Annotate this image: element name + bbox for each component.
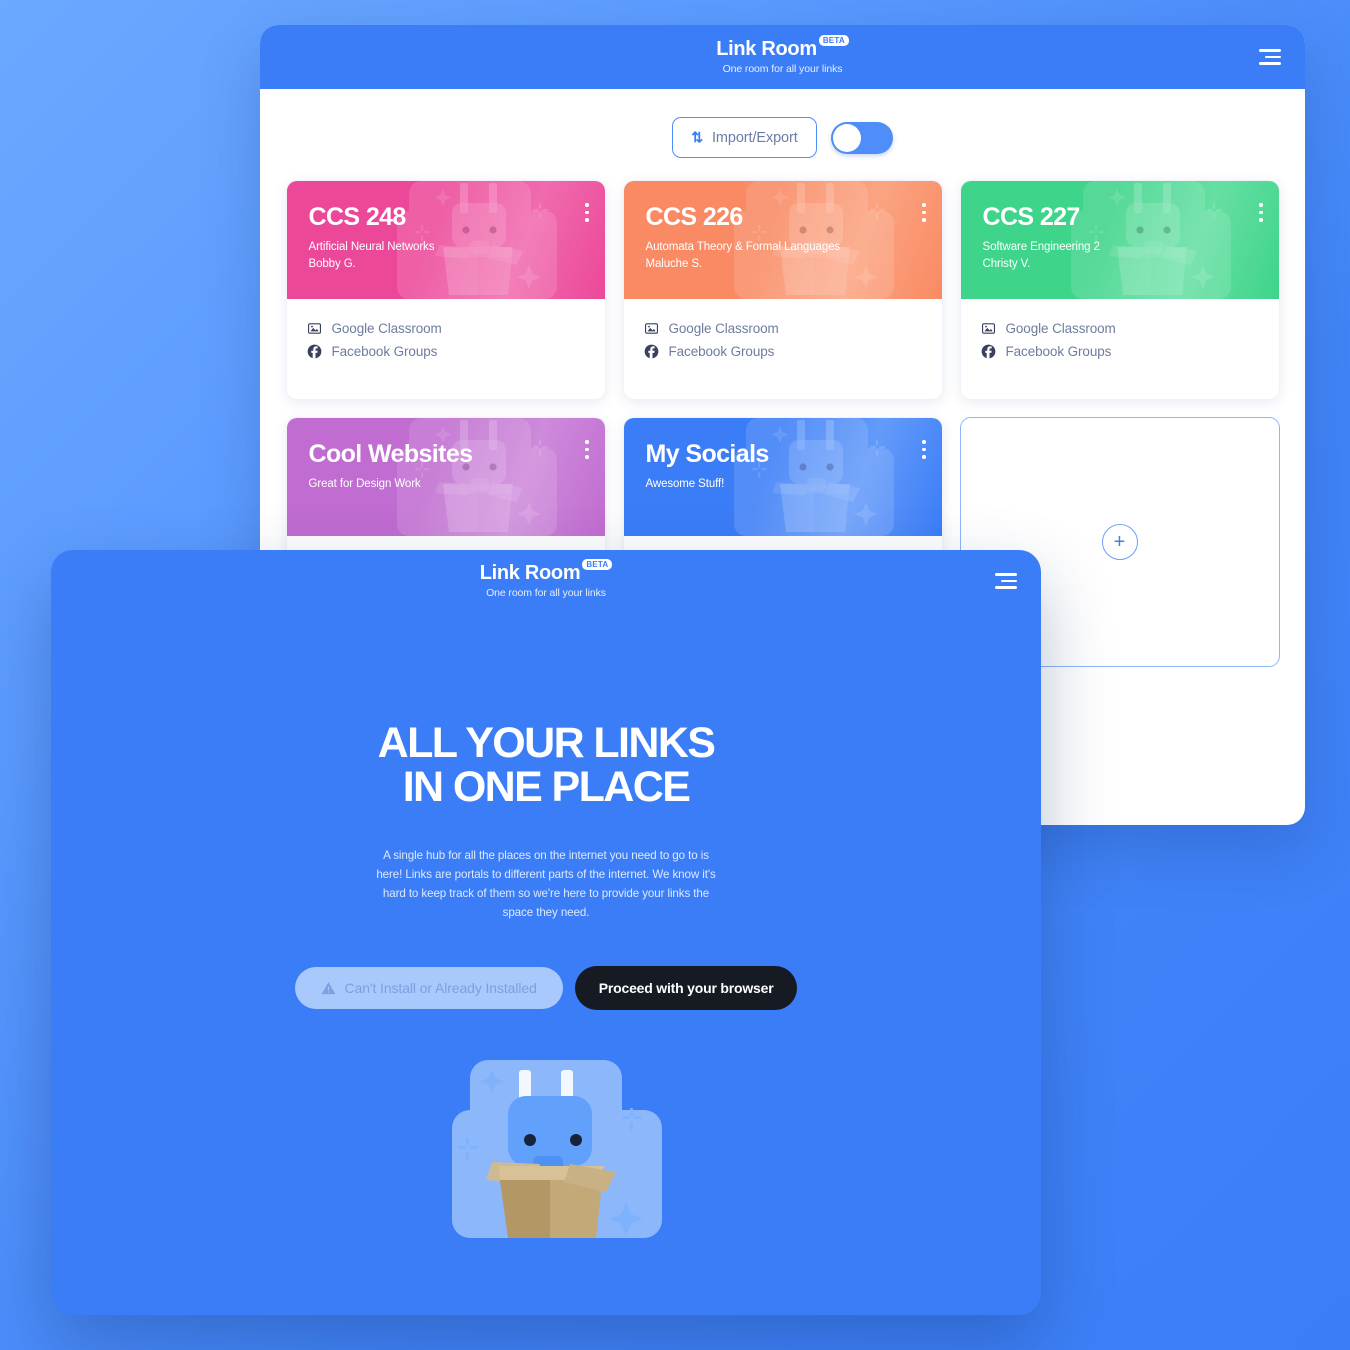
app-header: Link Room BETA One room for all your lin… [260, 25, 1305, 89]
install-splash-modal: Link Room BETA One room for all your lin… [51, 550, 1041, 1315]
link-card[interactable]: CCS 248 Artificial Neural Networks Bobby G… [285, 180, 606, 400]
classroom-icon [981, 323, 995, 334]
card-header: CCS 227 Software Engineering 2 Christy V. [960, 181, 1279, 299]
hamburger-line [1259, 62, 1281, 65]
card-links: Google Classroom Facebook Groups [287, 299, 605, 399]
card-link-label: Google Classroom [1005, 321, 1116, 336]
card-subtitle: Artificial Neural Networks Bobby G. [309, 239, 583, 272]
card-subtitle-line: Software Engineering 2 [982, 241, 1100, 253]
card-link-row[interactable]: Google Classroom [644, 317, 922, 340]
sort-arrows-icon: ⇅ [691, 129, 703, 145]
toolbar: ⇅ Import/Export [260, 89, 1305, 180]
hamburger-line [1001, 579, 1017, 583]
splash-hamburger-icon[interactable] [995, 573, 1017, 589]
card-title: CCS 227 [982, 203, 1081, 231]
splash-hero: ALL YOUR LINKS IN ONE PLACE A single hub… [51, 612, 1041, 1257]
hero-heading-line-2: IN ONE PLACE [402, 762, 691, 811]
hero-heading: ALL YOUR LINKS IN ONE PLACE [51, 719, 1041, 811]
splash-header: Link Room BETA One room for all your lin… [51, 550, 1041, 612]
card-subtitle: Awesome Stuff! [646, 476, 920, 493]
card-menu-icon[interactable] [584, 440, 589, 459]
card-subtitle-line: Maluche S. [645, 257, 703, 270]
card-subtitle: Automata Theory & Formal Languages Maluch… [646, 239, 920, 272]
card-links: Google Classroom Facebook Groups [961, 299, 1279, 399]
card-menu-icon[interactable] [1258, 203, 1263, 222]
plus-icon: + [1101, 524, 1138, 560]
toggle-knob [832, 123, 861, 152]
facebook-icon [981, 344, 995, 359]
card-link-label: Facebook Groups [331, 344, 438, 359]
card-subtitle-line: Artificial Neural Networks [308, 241, 435, 253]
splash-beta-badge: BETA [582, 559, 613, 570]
card-link-row[interactable]: Facebook Groups [981, 340, 1259, 363]
app-brand: Link Room BETA [716, 35, 849, 60]
splash-brand: Link Room BETA [479, 559, 613, 584]
card-links: Google Classroom Facebook Groups [624, 299, 942, 399]
link-card[interactable]: CCS 227 Software Engineering 2 Christy V. G… [959, 180, 1280, 400]
beta-badge: BETA [818, 35, 849, 46]
splash-title: Link Room [479, 562, 581, 584]
card-link-label: Facebook Groups [668, 344, 775, 359]
cant-install-button[interactable]: Can't Install or Already Installed [294, 967, 563, 1010]
card-subtitle-line: Great for Design Work [308, 478, 421, 490]
card-link-row[interactable]: Google Classroom [981, 317, 1259, 340]
app-title: Link Room [716, 38, 817, 60]
card-link-row[interactable]: Google Classroom [307, 317, 585, 340]
link-card[interactable]: CCS 226 Automata Theory & Formal Language… [622, 180, 943, 400]
cant-install-label: Can't Install or Already Installed [344, 980, 537, 997]
hero-description: A single hub for all the places on the i… [376, 848, 716, 920]
import-export-button[interactable]: ⇅ Import/Export [672, 117, 817, 158]
hamburger-line [1265, 55, 1281, 59]
splash-tagline: One room for all your links [486, 587, 606, 599]
card-title: CCS 248 [308, 203, 407, 231]
hero-actions: Can't Install or Already Installed Proce… [51, 966, 1041, 1011]
card-subtitle-line: Automata Theory & Formal Languages [645, 241, 841, 253]
card-subtitle-line: Christy V. [982, 257, 1031, 270]
card-title: My Socials [645, 440, 770, 468]
import-export-label: Import/Export [711, 129, 798, 146]
proceed-browser-button[interactable]: Proceed with your browser [574, 966, 798, 1011]
card-link-label: Google Classroom [331, 321, 442, 336]
card-header: CCS 226 Automata Theory & Formal Language… [623, 181, 942, 299]
card-link-label: Google Classroom [668, 321, 779, 336]
facebook-icon [307, 344, 321, 359]
card-link-row[interactable]: Facebook Groups [307, 340, 585, 363]
card-subtitle-line: Awesome Stuff! [645, 478, 725, 490]
card-title: CCS 226 [645, 203, 744, 231]
card-menu-icon[interactable] [921, 203, 926, 222]
hamburger-line [1259, 49, 1281, 52]
card-subtitle: Software Engineering 2 Christy V. [983, 239, 1257, 272]
hamburger-line [995, 586, 1017, 589]
warning-icon [321, 981, 335, 994]
card-header: CCS 248 Artificial Neural Networks Bobby G… [286, 181, 605, 299]
facebook-icon [644, 344, 658, 359]
hamburger-icon[interactable] [1259, 49, 1281, 65]
card-subtitle: Great for Design Work [309, 476, 583, 493]
card-header: Cool Websites Great for Design Work [286, 418, 605, 536]
card-link-row[interactable]: Facebook Groups [644, 340, 922, 363]
card-link-label: Facebook Groups [1005, 344, 1112, 359]
screenshot-stage: Link Room BETA One room for all your lin… [0, 0, 1350, 1350]
card-title: Cool Websites [308, 440, 474, 468]
card-header: My Socials Awesome Stuff! [623, 418, 942, 536]
app-tagline: One room for all your links [722, 63, 843, 75]
robot-in-box-illustration [430, 1052, 662, 1257]
classroom-icon [307, 323, 321, 334]
view-toggle[interactable] [830, 121, 893, 154]
hero-heading-line-1: ALL YOUR LINKS [377, 719, 716, 767]
classroom-icon [644, 323, 658, 334]
card-subtitle-line: Bobby G. [308, 257, 356, 270]
hamburger-line [995, 573, 1017, 576]
card-menu-icon[interactable] [584, 203, 589, 222]
card-menu-icon[interactable] [921, 440, 926, 459]
